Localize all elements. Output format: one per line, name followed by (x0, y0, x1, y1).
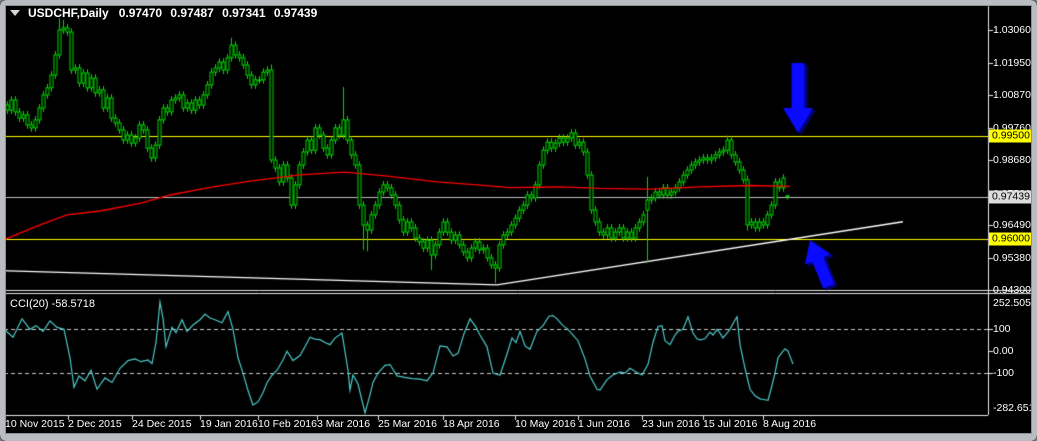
chart-canvas[interactable] (0, 0, 1037, 441)
price-highlight-badge: 0.97439 (989, 190, 1036, 204)
time-axis-label: 19 Jan 2016 (200, 418, 258, 430)
price-highlight-badge: 0.99500 (989, 129, 1036, 143)
collapse-triangle-icon[interactable] (10, 10, 20, 16)
time-axis-label: 24 Dec 2015 (132, 418, 192, 430)
ohlc-readout: 0.97470 0.97487 0.97341 0.97439 (119, 6, 323, 20)
price-axis-label: 1.03060 (993, 24, 1031, 36)
time-axis-label: 23 Jun 2016 (642, 418, 700, 430)
cci-axis-label: -282.6519 (993, 402, 1037, 414)
time-axis-label: 8 Aug 2016 (763, 418, 817, 430)
indicator-name: CCI(20) (10, 298, 49, 310)
cci-axis-label: 252.5056 (993, 297, 1037, 309)
chart-title: USDCHF,Daily 0.97470 0.97487 0.97341 0.9… (10, 6, 322, 20)
price-axis-label: 0.95380 (993, 251, 1031, 264)
price-axis-label: 0.96490 (993, 218, 1031, 231)
price-axis-label: 1.01950 (993, 56, 1031, 69)
price-axis-label: 0.94300 (993, 283, 1031, 296)
ohlc-close: 0.97439 (273, 6, 318, 20)
indicator-value: -58.5718 (51, 298, 96, 310)
price-axis-label: 0.98680 (993, 153, 1031, 166)
time-axis-label: 2 Dec 2015 (68, 418, 122, 430)
time-axis-label: 15 Jul 2016 (703, 418, 758, 430)
time-axis-label: 10 Nov 2015 (5, 418, 65, 430)
price-axis-label: 1.00870 (993, 88, 1031, 101)
cci-axis-label: -100 (993, 367, 1015, 380)
time-axis-label: 3 Mar 2016 (317, 418, 371, 430)
ohlc-low: 0.97341 (222, 6, 266, 20)
indicator-label: CCI(20) -58.5718 (10, 298, 95, 310)
time-axis-label: 1 Jun 2016 (578, 418, 630, 430)
symbol-period-label: USDCHF,Daily (28, 6, 109, 20)
time-axis-label: 10 Feb 2016 (258, 418, 317, 430)
cci-axis-label: 100 (993, 323, 1011, 336)
price-highlight-badge: 0.96000 (989, 232, 1036, 246)
time-axis-label: 25 Mar 2016 (378, 418, 437, 430)
time-axis-label: 10 May 2016 (515, 418, 576, 430)
ohlc-high: 0.97487 (170, 6, 214, 20)
ohlc-open: 0.97470 (118, 6, 163, 20)
cci-axis-label: 0.00 (993, 345, 1014, 358)
time-axis-label: 18 Apr 2016 (443, 418, 500, 430)
chart-window: USDCHF,Daily 0.97470 0.97487 0.97341 0.9… (0, 0, 1037, 441)
